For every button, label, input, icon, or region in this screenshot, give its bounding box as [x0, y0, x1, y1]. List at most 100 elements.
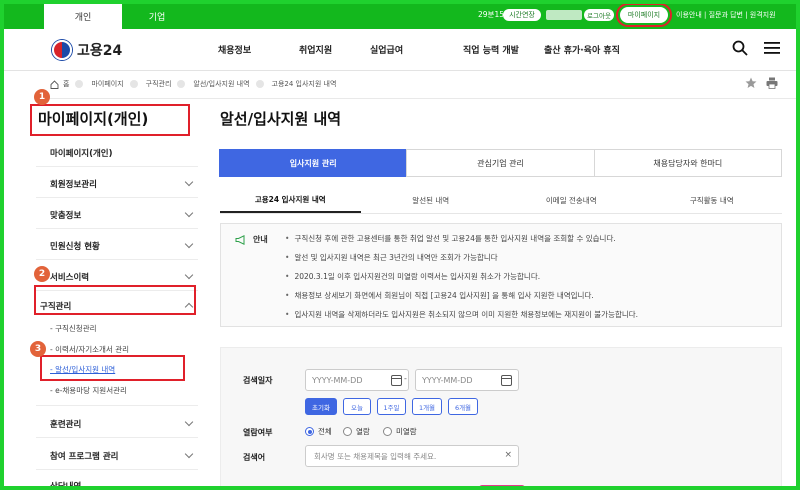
radio-unchecked-icon	[383, 427, 392, 436]
chevron-down-icon[interactable]	[184, 449, 194, 459]
tab-goyong24-applications[interactable]: 고용24 입사지원 내역	[220, 187, 361, 213]
read-status-label: 열람여부	[243, 428, 273, 437]
notice-item: 구직신청 후에 관한 고용센터를 통한 취업 알선 및 고용24를 통한 입사지…	[285, 233, 638, 252]
gnb-item-unemployment-benefit[interactable]: 실업급여	[370, 43, 403, 56]
extend-session-button[interactable]: 시간연장	[503, 9, 541, 21]
today-button[interactable]: 오늘	[343, 398, 371, 415]
sidebar-divider	[36, 259, 198, 260]
sidebar-item-custom-info[interactable]: 맞춤정보	[50, 209, 81, 221]
megaphone-icon	[235, 235, 245, 245]
tab-corporate[interactable]: 기업	[122, 4, 192, 29]
sidebar-item-programs[interactable]: 참여 프로그램 관리	[50, 450, 118, 462]
sidebar-sub-e-recruit[interactable]: - e-채용마당 지원서관리	[50, 385, 127, 396]
highlight-box-job-management	[34, 285, 196, 315]
sidebar-sub-resume[interactable]: - 이력서/자기소개서 관리	[50, 344, 129, 355]
notice-label: 안내	[253, 235, 268, 244]
breadcrumb-current: 고용24 입사지원 내역	[271, 80, 337, 88]
chevron-down-icon[interactable]	[184, 417, 194, 427]
notice-item: 2020.3.1일 이후 입사지원건의 미열람 이력서는 입사지원 취소가 가능…	[285, 271, 638, 290]
site-logo[interactable]: 고용24	[52, 40, 122, 60]
sidebar-divider	[36, 469, 198, 470]
one-week-button[interactable]: 1주일	[377, 398, 406, 415]
sidebar-item-training[interactable]: 훈련관리	[50, 418, 81, 430]
chevron-down-icon[interactable]	[184, 177, 194, 187]
logo-text: 고용24	[77, 43, 123, 59]
radio-unread[interactable]: 미열람	[383, 426, 417, 437]
tab-interest-companies[interactable]: 관심기업 관리	[406, 149, 595, 177]
breadcrumb-separator-icon	[129, 80, 138, 88]
breadcrumb-job-management[interactable]: 구직관리	[146, 79, 172, 89]
gnb-item-job-training[interactable]: 직업 능력 개발	[463, 43, 519, 56]
notice-list: 구직신청 후에 관한 고용센터를 통한 취업 알선 및 고용24를 통한 입사지…	[285, 233, 638, 328]
tab-application-management[interactable]: 입사지원 관리	[219, 149, 408, 177]
end-date-input[interactable]: YYYY-MM-DD	[415, 369, 519, 391]
breadcrumb-home[interactable]: 홈	[63, 79, 69, 89]
global-navigation: 고용24 채용정보 취업지원 실업급여 직업 능력 개발 출산 휴가·육아 휴직	[0, 29, 800, 71]
search-icon[interactable]	[732, 40, 748, 56]
logout-button[interactable]: 로그아웃	[584, 9, 614, 21]
notice-item: 입사지원 내역을 삭제하더라도 입사지원은 취소되지 않으며 이미 지원한 채용…	[285, 309, 638, 328]
breadcrumb-applications[interactable]: 알선/입사지원 내역	[193, 79, 249, 89]
hamburger-menu-icon[interactable]	[764, 41, 780, 55]
sidebar-divider	[36, 197, 198, 198]
tab-referrals[interactable]: 알선된 내역	[361, 187, 502, 213]
search-button[interactable]	[479, 485, 525, 490]
mypage-button[interactable]: 마이페이지	[616, 3, 672, 27]
sidebar-divider	[36, 405, 198, 406]
date-label: 검색일자	[243, 376, 273, 385]
radio-all[interactable]: 전체	[305, 426, 332, 437]
chevron-down-icon[interactable]	[184, 208, 194, 218]
start-date-input[interactable]: YYYY-MM-DD	[305, 369, 409, 391]
sidebar-item-service-history[interactable]: 서비스이력	[50, 271, 89, 283]
chevron-down-icon[interactable]	[184, 239, 194, 249]
tab-email-history[interactable]: 이메일 전송내역	[501, 187, 642, 213]
secondary-tabs: 고용24 입사지원 내역 알선된 내역 이메일 전송내역 구직활동 내역	[220, 187, 782, 214]
breadcrumb-separator-icon	[255, 80, 264, 88]
six-month-button[interactable]: 6개월	[448, 398, 478, 415]
gnb-item-parental-leave[interactable]: 출산 휴가·육아 휴직	[544, 43, 620, 56]
breadcrumb-divider	[36, 98, 800, 99]
keyword-input[interactable]: 회사명 또는 채용제목을 입력해 주세요. ×	[305, 445, 519, 467]
notice-box: 안내 구직신청 후에 관한 고용센터를 통한 취업 알선 및 고용24를 통한 …	[220, 223, 782, 327]
sidebar-item-mypage[interactable]: 마이페이지(개인)	[50, 147, 113, 159]
notice-item: 알선 및 입사지원 내역은 최근 3년간의 내역만 조회가 가능합니다	[285, 252, 638, 271]
tab-job-activity[interactable]: 구직활동 내역	[642, 187, 783, 213]
radio-read[interactable]: 열람	[343, 426, 370, 437]
radio-unchecked-icon	[343, 427, 352, 436]
tab-personal[interactable]: 개인	[44, 4, 122, 29]
bookmark-star-icon[interactable]	[745, 77, 757, 89]
print-icon[interactable]	[766, 77, 778, 89]
sidebar-item-member-info[interactable]: 회원정보관리	[50, 178, 97, 190]
reset-button[interactable]: 초기화	[305, 398, 337, 415]
gnb-item-jobs[interactable]: 채용정보	[218, 43, 251, 56]
chevron-down-icon[interactable]	[184, 270, 194, 280]
utility-links[interactable]: 이용안내 | 질문과 답변 | 원격지원	[676, 10, 776, 20]
taegeuk-logo-icon	[52, 40, 72, 60]
breadcrumb: 홈 마이페이지 구직관리 알선/입사지원 내역 고용24 입사지원 내역	[50, 77, 338, 91]
clear-icon[interactable]: ×	[504, 450, 512, 460]
tab-recruiter-messages[interactable]: 채용담당자와 한마디	[593, 149, 782, 177]
keyword-label: 검색어	[243, 453, 266, 462]
breadcrumb-mypage[interactable]: 마이페이지	[91, 79, 123, 89]
date-separator: -	[404, 374, 407, 383]
home-icon[interactable]	[50, 79, 59, 89]
search-form: 검색일자 YYYY-MM-DD - YYYY-MM-DD 초기화 오늘 1주일 …	[220, 347, 782, 490]
highlight-box-applications	[40, 355, 185, 381]
radio-all-label: 전체	[318, 427, 332, 436]
step-badge-3: 3	[30, 341, 46, 357]
sidebar-item-petition-status[interactable]: 민원신청 현황	[50, 240, 100, 252]
calendar-icon[interactable]	[391, 375, 402, 386]
calendar-icon[interactable]	[501, 375, 512, 386]
gnb-item-employment-support[interactable]: 취업지원	[299, 43, 332, 56]
sidebar-divider	[36, 228, 198, 229]
step-badge-2: 2	[34, 266, 50, 282]
radio-checked-icon	[305, 427, 314, 436]
sidebar-divider	[36, 437, 198, 438]
sidebar-divider	[36, 166, 198, 167]
sidebar-item-counseling[interactable]: 상담내역	[50, 480, 81, 490]
one-month-button[interactable]: 1개월	[412, 398, 442, 415]
highlight-box-sidebar-title	[30, 104, 190, 136]
end-date-placeholder: YYYY-MM-DD	[422, 375, 473, 385]
sidebar-sub-job-application[interactable]: - 구직신청관리	[50, 323, 97, 334]
breadcrumb-separator-icon	[177, 80, 186, 88]
